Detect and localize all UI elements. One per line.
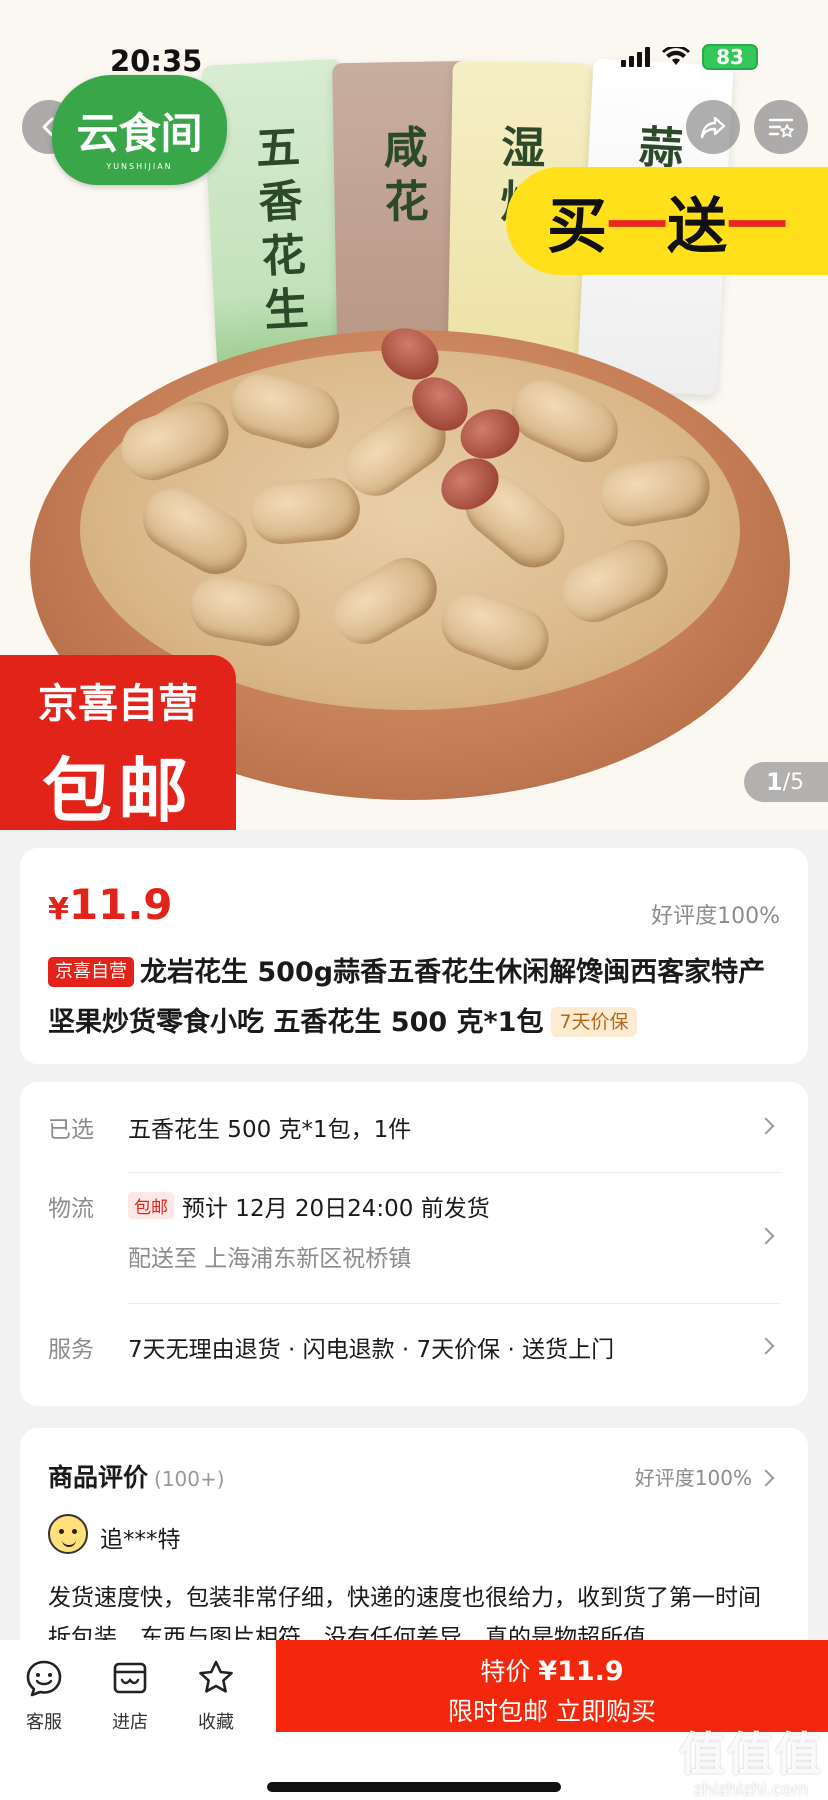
service-row[interactable]: 服务 7天无理由退货 · 闪电退款 · 7天价保 · 送货上门: [20, 1304, 808, 1404]
peanut-shape: [112, 393, 238, 489]
reviewer-name: 追***特: [100, 1527, 181, 1553]
store-button[interactable]: 进店: [90, 1658, 170, 1734]
peanut-shape: [432, 583, 558, 679]
price-protect-tag: 7天价保: [551, 1007, 637, 1037]
chevron-right-icon: [757, 1117, 775, 1135]
logistics-row[interactable]: 物流 包邮 预计 12月 20日24:00 前发货 配送至 上海浦东新区祝桥镇: [20, 1173, 808, 1303]
bag-label: 咸花: [383, 122, 430, 229]
chat-smile-icon: [26, 1660, 62, 1697]
peanut-shape: [552, 529, 678, 633]
share-icon: [700, 116, 726, 139]
selected-value: 五香花生 500 克*1包，1件: [128, 1117, 412, 1143]
peanut-shape: [247, 475, 363, 547]
peanut-shape: [321, 546, 449, 656]
peanut-shape: [131, 476, 259, 586]
star-icon: [199, 1660, 233, 1693]
cellular-signal-icon: [621, 47, 650, 67]
avatar: [48, 1514, 88, 1554]
service-label: 服务: [48, 1337, 94, 1363]
watermark: 值值值 zhizhizhi.com: [679, 1727, 823, 1800]
store-icon: [113, 1662, 147, 1694]
chevron-right-icon: [757, 1227, 775, 1245]
logistics-value: 包邮 预计 12月 20日24:00 前发货: [128, 1189, 490, 1223]
peanut-shape: [223, 366, 347, 456]
status-indicators: 83: [621, 44, 758, 70]
reviews-good-rate[interactable]: 好评度100%: [635, 1462, 752, 1491]
selected-label: 已选: [48, 1117, 94, 1143]
brand-logo: 云食间 YUNSHIJIAN: [52, 75, 227, 185]
image-counter: 1/5: [744, 762, 828, 802]
peanut-shape: [502, 369, 628, 473]
peanut-shape: [595, 450, 715, 532]
selected-spec-row[interactable]: 已选 五香花生 500 克*1包，1件: [20, 1082, 808, 1172]
free-shipping-tag: 包邮: [128, 1192, 174, 1219]
buy-one-get-one-banner: 买一送一: [506, 167, 828, 275]
chevron-right-icon: [757, 1469, 775, 1487]
spec-card: 已选 五香花生 500 克*1包，1件 物流 包邮 预计 12月 20日24:00…: [20, 1082, 808, 1406]
favorite-button[interactable]: 收藏: [176, 1658, 256, 1734]
customer-service-button[interactable]: 客服: [4, 1658, 84, 1734]
service-value: 7天无理由退货 · 闪电退款 · 7天价保 · 送货上门: [128, 1337, 615, 1363]
peanut-shape: [185, 570, 305, 652]
chevron-right-icon: [757, 1337, 775, 1355]
wifi-icon: [662, 47, 690, 65]
bag-label: 五香花生: [254, 121, 310, 337]
battery-icon: 83: [702, 44, 758, 70]
delivery-address: 配送至 上海浦东新区祝桥镇: [128, 1246, 412, 1272]
home-indicator: [267, 1782, 561, 1792]
more-menu-button[interactable]: [754, 100, 808, 154]
price-title-card: ¥11.9 好评度100% 京喜自营 龙岩花生 500g蒜香五香花生休闲解馋闽西客…: [20, 848, 808, 1064]
product-title: 京喜自营 龙岩花生 500g蒜香五香花生休闲解馋闽西客家特产坚果炒货零食小吃 五香…: [48, 957, 766, 1038]
self-operated-tag: 京喜自营: [48, 957, 134, 987]
good-rate: 好评度100%: [651, 904, 780, 929]
self-operated-free-shipping-badge: 京喜自营 包邮: [0, 655, 236, 830]
logistics-label: 物流: [48, 1196, 94, 1222]
status-time: 20:35: [110, 44, 203, 78]
share-button[interactable]: [686, 100, 740, 154]
menu-star-icon: [768, 118, 794, 138]
product-price: ¥11.9: [48, 880, 173, 929]
reviews-title: 商品评价 (100+): [48, 1463, 225, 1492]
product-image-carousel[interactable]: 五香花生 咸花 湿炒 蒜 20:35 83 云食间 YUNSHIJIAN 买 一…: [0, 0, 828, 830]
